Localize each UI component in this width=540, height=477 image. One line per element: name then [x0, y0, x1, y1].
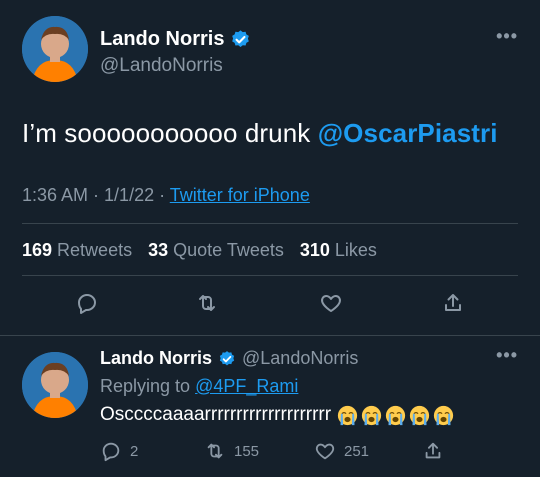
reply-author-handle[interactable]: @LandoNorris	[242, 348, 358, 369]
reply-icon	[78, 294, 96, 314]
author-handle[interactable]: @LandoNorris	[100, 55, 223, 77]
likes-stat[interactable]: 310 Likes	[300, 240, 377, 261]
tweet-time[interactable]: 1:36 AM	[22, 185, 88, 205]
retweet-count: 155	[234, 442, 260, 460]
verified-badge-icon	[232, 30, 250, 47]
reply-like-button[interactable]: 251	[314, 440, 369, 462]
retweet-icon	[199, 295, 215, 311]
loudly-crying-face-icon	[385, 405, 406, 425]
likes-count: 310	[299, 240, 330, 260]
reply-author-name[interactable]: Lando Norris	[100, 348, 212, 369]
heart-icon	[315, 443, 335, 460]
heart-icon	[321, 295, 341, 312]
tweet-stats: 169 Retweets 33 Quote Tweets 310 Likes	[22, 240, 377, 261]
retweets-stat[interactable]: 169 Retweets	[22, 240, 132, 261]
reply-share-button[interactable]	[422, 440, 444, 462]
replying-to-link[interactable]: @4PF_Rami	[195, 376, 298, 396]
like-button[interactable]	[314, 286, 348, 320]
tweet-text: I’m sooooooooooo drunk @OscarPiastri	[22, 118, 498, 149]
reply-avatar[interactable]	[22, 352, 88, 418]
reply-icon	[102, 442, 120, 462]
reply-text: Osccccaaaarrrrrrrrrrrrrrrrrrrr	[100, 404, 454, 426]
reply-reply-button[interactable]: 2	[100, 440, 138, 462]
quote-tweets-count: 33	[148, 240, 169, 260]
replying-to: Replying to @4PF_Rami	[100, 376, 298, 397]
share-icon	[445, 294, 461, 311]
loudly-crying-face-icon	[409, 405, 430, 425]
reply-button[interactable]	[70, 286, 104, 320]
author-name[interactable]: Lando Norris	[100, 28, 251, 51]
loudly-crying-face-icon	[433, 405, 454, 425]
quote-tweets-stat[interactable]: 33 Quote Tweets	[148, 240, 284, 261]
reply-count: 2	[130, 442, 139, 460]
retweets-label: Retweets	[57, 240, 133, 260]
verified-badge-icon	[219, 350, 235, 365]
mention-link[interactable]: @OscarPiastri	[318, 118, 498, 148]
meta-separator: ·	[88, 185, 105, 205]
divider	[22, 223, 518, 224]
divider	[22, 275, 518, 276]
more-options-icon[interactable]: •••	[496, 26, 518, 47]
loudly-crying-face-icon	[337, 405, 358, 425]
emoji-row	[334, 405, 454, 426]
reply-header: Lando Norris @LandoNorris	[100, 348, 358, 369]
replying-prefix: Replying to	[100, 376, 196, 396]
main-tweet: Lando Norris @LandoNorris ••• I’m sooooo…	[0, 0, 540, 336]
like-count: 251	[344, 442, 370, 460]
likes-label: Likes	[334, 240, 377, 260]
retweet-icon	[207, 443, 223, 459]
tweet-body: I’m sooooooooooo drunk	[22, 118, 318, 148]
tweet-meta: 1:36 AM · 1/1/22 · Twitter for iPhone	[22, 185, 310, 206]
retweets-count: 169	[22, 240, 53, 260]
reply-more-options-icon[interactable]: •••	[496, 345, 518, 366]
tweet-source-link[interactable]: Twitter for iPhone	[170, 185, 310, 205]
share-icon	[425, 442, 441, 459]
tweet-separator	[0, 335, 540, 336]
reply-actions: 2 155 251	[100, 440, 460, 466]
tweet-date[interactable]: 1/1/22	[104, 185, 154, 205]
tweet-actions	[0, 286, 540, 322]
author-name-label: Lando Norris	[100, 28, 225, 50]
reply-retweet-button[interactable]: 155	[204, 440, 259, 462]
quote-tweets-label: Quote Tweets	[173, 240, 284, 260]
retweet-button[interactable]	[190, 286, 224, 320]
loudly-crying-face-icon	[361, 405, 382, 425]
avatar[interactable]	[22, 16, 88, 82]
reply-body: Osccccaaaarrrrrrrrrrrrrrrrrrrr	[100, 404, 332, 425]
meta-separator: ·	[154, 185, 170, 205]
share-button[interactable]	[436, 286, 470, 320]
